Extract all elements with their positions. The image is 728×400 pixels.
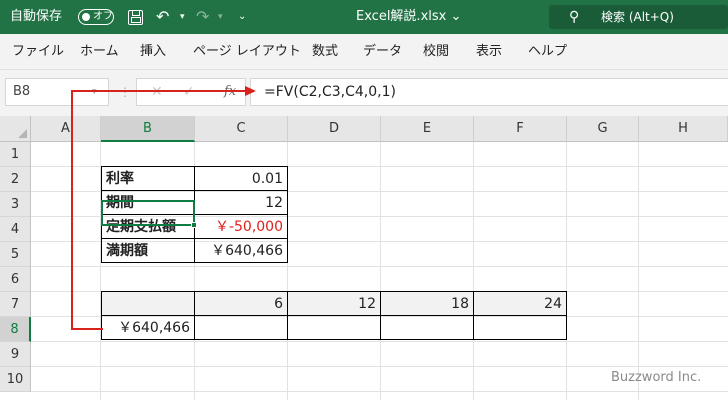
cell-c5[interactable]: ￥640,466: [194, 238, 288, 263]
column-header-b[interactable]: B: [101, 116, 195, 142]
cell-f8[interactable]: [473, 315, 567, 340]
column-header-e[interactable]: E: [381, 116, 474, 142]
search-placeholder: 検索 (Alt+Q): [601, 10, 674, 24]
gridline: [31, 341, 728, 342]
cell-e8[interactable]: [380, 315, 474, 340]
customize-qat-icon[interactable]: ⌄: [238, 0, 246, 34]
title-bar: 自動保存 オフ ↶ ▾ ↷ ▾ ⌄ Excel解説.xlsx ⌄ ⚲ 検索 (A…: [0, 0, 728, 34]
gridline: [473, 142, 474, 400]
name-box-dropdown-icon[interactable]: ▾: [92, 78, 97, 106]
cell-b7[interactable]: [101, 291, 195, 316]
active-cell-border: [101, 200, 195, 226]
cell-d7[interactable]: 12: [287, 291, 381, 316]
redo-dropdown-icon[interactable]: ▾: [218, 0, 223, 34]
cell-d8[interactable]: [287, 315, 381, 340]
enter-icon[interactable]: ✓: [183, 79, 195, 105]
document-title[interactable]: Excel解説.xlsx ⌄: [356, 0, 461, 34]
cell-b8[interactable]: ￥640,466: [101, 315, 195, 340]
watermark: Buzzword Inc.: [611, 370, 702, 385]
tab-data[interactable]: データ: [363, 34, 402, 70]
undo-dropdown-icon[interactable]: ▾: [180, 0, 185, 34]
row-header-5[interactable]: 5: [0, 242, 31, 267]
gridline: [31, 391, 728, 392]
cell-b5[interactable]: 満期額: [101, 238, 195, 263]
formula-buttons: ✕ ✓ fx: [136, 78, 246, 106]
cell-c4[interactable]: ￥-50,000: [194, 214, 288, 239]
chevron-down-icon: ⌄: [450, 9, 462, 24]
tab-insert[interactable]: 挿入: [140, 34, 166, 70]
undo-icon[interactable]: ↶: [156, 0, 169, 34]
search-box[interactable]: ⚲ 検索 (Alt+Q): [549, 5, 728, 29]
autosave-toggle-state: オフ: [93, 11, 113, 22]
gridline: [566, 142, 567, 400]
row-header-8[interactable]: 8: [0, 317, 31, 342]
row-header-1[interactable]: 1: [0, 142, 31, 167]
cell-c7[interactable]: 6: [194, 291, 288, 316]
tab-formulas[interactable]: 数式: [312, 34, 338, 70]
row-header-10[interactable]: 10: [0, 367, 31, 392]
autosave-toggle[interactable]: オフ: [78, 9, 114, 25]
toggle-knob: [82, 13, 90, 21]
search-icon: ⚲: [569, 9, 580, 25]
cancel-icon[interactable]: ✕: [151, 79, 163, 105]
redo-icon[interactable]: ↷: [196, 0, 209, 34]
row-header-6[interactable]: 6: [0, 267, 31, 292]
cell-c3[interactable]: 12: [194, 190, 288, 215]
fill-handle[interactable]: [191, 222, 197, 228]
tab-file[interactable]: ファイル: [12, 34, 64, 70]
cell-e7[interactable]: 18: [380, 291, 474, 316]
worksheet-grid[interactable]: A B C D E F G H 1 2 3 4 5 6 7 8 9 10 利率 …: [0, 116, 728, 400]
row-header-2[interactable]: 2: [0, 167, 31, 192]
tab-help[interactable]: ヘルプ: [528, 34, 567, 70]
gridline: [31, 266, 728, 267]
cell-c2[interactable]: 0.01: [194, 166, 288, 191]
row-header-9[interactable]: 9: [0, 342, 31, 367]
gridline: [638, 142, 639, 400]
formula-input[interactable]: =FV(C2,C3,C4,0,1): [250, 78, 728, 106]
save-icon[interactable]: [128, 10, 143, 25]
column-header-c[interactable]: C: [195, 116, 288, 142]
column-header-f[interactable]: F: [474, 116, 567, 142]
autosave-label: 自動保存: [10, 9, 63, 24]
cell-c8[interactable]: [194, 315, 288, 340]
column-header-h[interactable]: H: [639, 116, 728, 142]
tab-review[interactable]: 校閲: [423, 34, 449, 70]
tab-page-layout[interactable]: ページ レイアウト: [193, 34, 301, 70]
column-header-d[interactable]: D: [288, 116, 381, 142]
column-header-a[interactable]: A: [31, 116, 101, 142]
cell-f7[interactable]: 24: [473, 291, 567, 316]
gridline: [31, 366, 728, 367]
formula-bar: B8 ▾ ⋮ ✕ ✓ fx =FV(C2,C3,C4,0,1): [0, 70, 728, 116]
select-all-button[interactable]: [0, 116, 31, 142]
tab-view[interactable]: 表示: [476, 34, 502, 70]
formula-bar-separator: ⋮: [119, 85, 131, 99]
insert-function-icon[interactable]: fx: [224, 79, 236, 105]
row-header-4[interactable]: 4: [0, 217, 31, 242]
row-header-7[interactable]: 7: [0, 292, 31, 317]
ribbon-tabs: ファイル ホーム 挿入 ページ レイアウト 数式 データ 校閲 表示 ヘルプ: [0, 34, 728, 70]
tab-home[interactable]: ホーム: [80, 34, 119, 70]
column-header-g[interactable]: G: [567, 116, 639, 142]
gridline: [380, 142, 381, 400]
cell-b2[interactable]: 利率: [101, 166, 195, 191]
filename-text: Excel解説.xlsx: [356, 9, 447, 24]
row-header-3[interactable]: 3: [0, 192, 31, 217]
